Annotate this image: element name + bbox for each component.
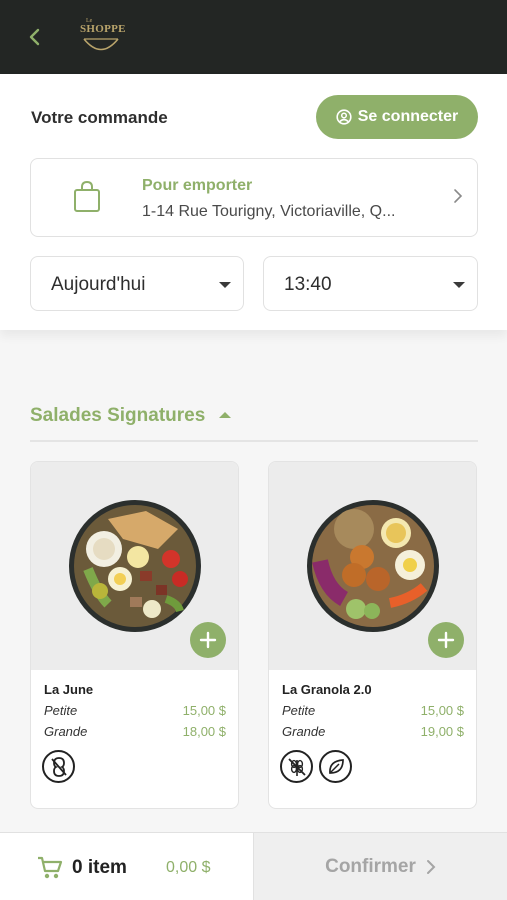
size-price-row: Grande 19,00 $ (282, 724, 464, 739)
bowl-logo-icon (83, 38, 119, 51)
category-title: Salades Signatures (30, 405, 206, 426)
size-label: Grande (282, 724, 326, 739)
top-bar: Le SHOPPE (0, 0, 507, 74)
size-price: 15,00 $ (420, 703, 464, 718)
day-select[interactable]: Aujourd'hui (30, 256, 244, 311)
pickup-address: 1-14 Rue Tourigny, Victoriaville, Q... (142, 203, 396, 220)
size-label: Grande (44, 724, 88, 739)
login-button[interactable]: Se connecter (316, 95, 478, 139)
user-circle-icon (336, 109, 352, 125)
shoppe-logo[interactable]: Le SHOPPE (76, 18, 126, 60)
salad-bowl-image (69, 500, 201, 632)
confirm-button[interactable]: Confirmer (253, 833, 507, 900)
confirm-button-label: Confirmer (325, 856, 416, 877)
logo-text: SHOPPE (80, 23, 126, 35)
product-card-la-granola[interactable]: La Granola 2.0 Petite 15,00 $ Grande 19,… (268, 461, 477, 809)
size-price: 18,00 $ (182, 724, 226, 739)
cart-total: 0,00 $ (166, 859, 211, 876)
dietary-icons (42, 750, 75, 783)
gluten-free-icon (280, 750, 313, 783)
caret-down-icon (219, 282, 231, 288)
plus-icon (437, 631, 455, 649)
time-select-value: 13:40 (284, 274, 332, 295)
pickup-mode-label: Pour emporter (142, 177, 253, 194)
login-button-label: Se connecter (357, 108, 459, 125)
caret-up-icon (219, 412, 231, 418)
size-price: 15,00 $ (182, 703, 226, 718)
product-card-la-june[interactable]: La June Petite 15,00 $ Grande 18,00 $ (30, 461, 239, 809)
cart-bar: 0 item 0,00 $ Confirmer (0, 832, 507, 900)
salad-bowl-image (307, 500, 439, 632)
time-select[interactable]: 13:40 (263, 256, 478, 311)
shopping-cart-icon (38, 856, 63, 879)
caret-down-icon (453, 282, 465, 288)
cart-summary[interactable]: 0 item 0,00 $ (0, 833, 253, 900)
back-button[interactable] (22, 24, 48, 50)
chevron-left-icon (29, 28, 40, 46)
dietary-icons (280, 750, 352, 783)
order-title: Votre commande (31, 108, 168, 127)
vegetarian-leaf-icon (319, 750, 352, 783)
size-price-row: Petite 15,00 $ (282, 703, 464, 718)
chevron-right-icon (426, 860, 436, 874)
size-label: Petite (282, 703, 316, 718)
day-select-value: Aujourd'hui (51, 274, 146, 295)
add-to-cart-button[interactable] (428, 622, 464, 658)
chevron-right-icon (454, 189, 463, 203)
size-label: Petite (44, 703, 78, 718)
order-panel: Votre commande Se connecter Pour emporte… (0, 74, 507, 330)
product-image (31, 462, 238, 670)
size-price-row: Petite 15,00 $ (44, 703, 226, 718)
size-price: 19,00 $ (420, 724, 464, 739)
add-to-cart-button[interactable] (190, 622, 226, 658)
peanut-free-icon (42, 750, 75, 783)
product-name: La June (44, 682, 94, 697)
size-price-row: Grande 18,00 $ (44, 724, 226, 739)
product-name: La Granola 2.0 (282, 682, 372, 697)
pickup-location-card[interactable]: Pour emporter 1-14 Rue Tourigny, Victori… (30, 158, 478, 237)
plus-icon (199, 631, 217, 649)
category-header-salades[interactable]: Salades Signatures (30, 402, 478, 442)
shopping-bag-icon (74, 180, 100, 212)
cart-item-count: 0 item (72, 857, 127, 878)
product-image (269, 462, 476, 670)
